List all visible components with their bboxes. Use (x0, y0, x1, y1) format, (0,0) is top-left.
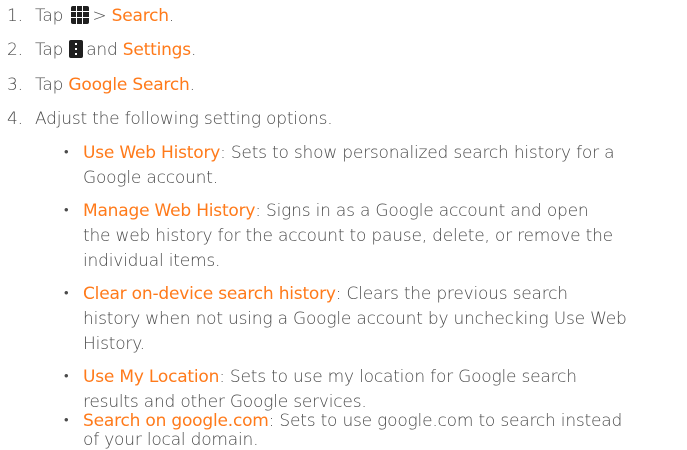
bullet: • (64, 369, 69, 384)
option-title: Manage Web History (83, 201, 256, 221)
step-number: 3. (7, 75, 23, 95)
option-desc: : Sets to use my location for Google sea… (219, 367, 577, 387)
step-number: 1. (7, 6, 23, 26)
option-text: Use Web History: Sets to show personaliz… (83, 143, 614, 163)
option-desc: results and other Google services. (83, 392, 367, 412)
search-link: Search (111, 6, 169, 26)
option-text: Manage Web History: Signs in as a Google… (83, 201, 589, 221)
settings-link: Settings (122, 40, 191, 60)
separator: > (92, 6, 107, 26)
option-desc: Google account. (83, 168, 218, 188)
step-text: Tap Google Search. (35, 75, 195, 95)
option-title: Use My Location (83, 367, 220, 387)
step-number: 4. (7, 109, 23, 129)
step-number: 2. (7, 40, 23, 60)
option-title: Clear on-device search history (83, 284, 336, 304)
option-desc: : Sets to use google.com to search inste… (268, 411, 623, 431)
option-text: Use My Location: Sets to use my location… (83, 367, 577, 387)
apps-grid-icon (71, 6, 90, 24)
option-title: Use Web History (83, 143, 221, 163)
option-desc: of your local domain. (83, 430, 259, 450)
bullet: • (64, 413, 69, 428)
option-desc: individual items. (83, 251, 221, 271)
option-desc: History. (83, 334, 145, 354)
option-desc: : Clears the previous search (335, 284, 568, 304)
step-text: Tap > Search. (35, 6, 174, 26)
google-search-link: Google Search (68, 75, 190, 95)
option-desc: history when not using a Google account … (83, 309, 627, 329)
step-prefix: Tap (35, 40, 64, 60)
option-desc: : Signs in as a Google account and open (255, 201, 589, 221)
period: . (168, 6, 175, 26)
step-text: Tap and Settings. (35, 40, 196, 60)
step-prefix: Tap (35, 75, 64, 95)
option-desc: the web history for the account to pause… (83, 226, 613, 246)
bullet: • (64, 203, 69, 218)
step-text: Adjust the following setting options. (35, 109, 333, 129)
period: . (190, 40, 197, 60)
option-text: Search on google.com: Sets to use google… (83, 411, 622, 431)
menu-icon (69, 40, 84, 58)
instructions-document: 1. Tap > Search. 2. Tap and Settings. 3. … (0, 0, 687, 450)
step-prefix: Tap (35, 6, 64, 26)
option-title: Search on google.com (83, 411, 269, 431)
bullet: • (64, 145, 69, 160)
joiner: and (86, 40, 118, 60)
period: . (189, 75, 195, 95)
option-desc: : Sets to show personalized search histo… (220, 143, 615, 163)
bullet: • (64, 286, 69, 301)
option-text: Clear on-device search history: Clears t… (83, 284, 568, 304)
